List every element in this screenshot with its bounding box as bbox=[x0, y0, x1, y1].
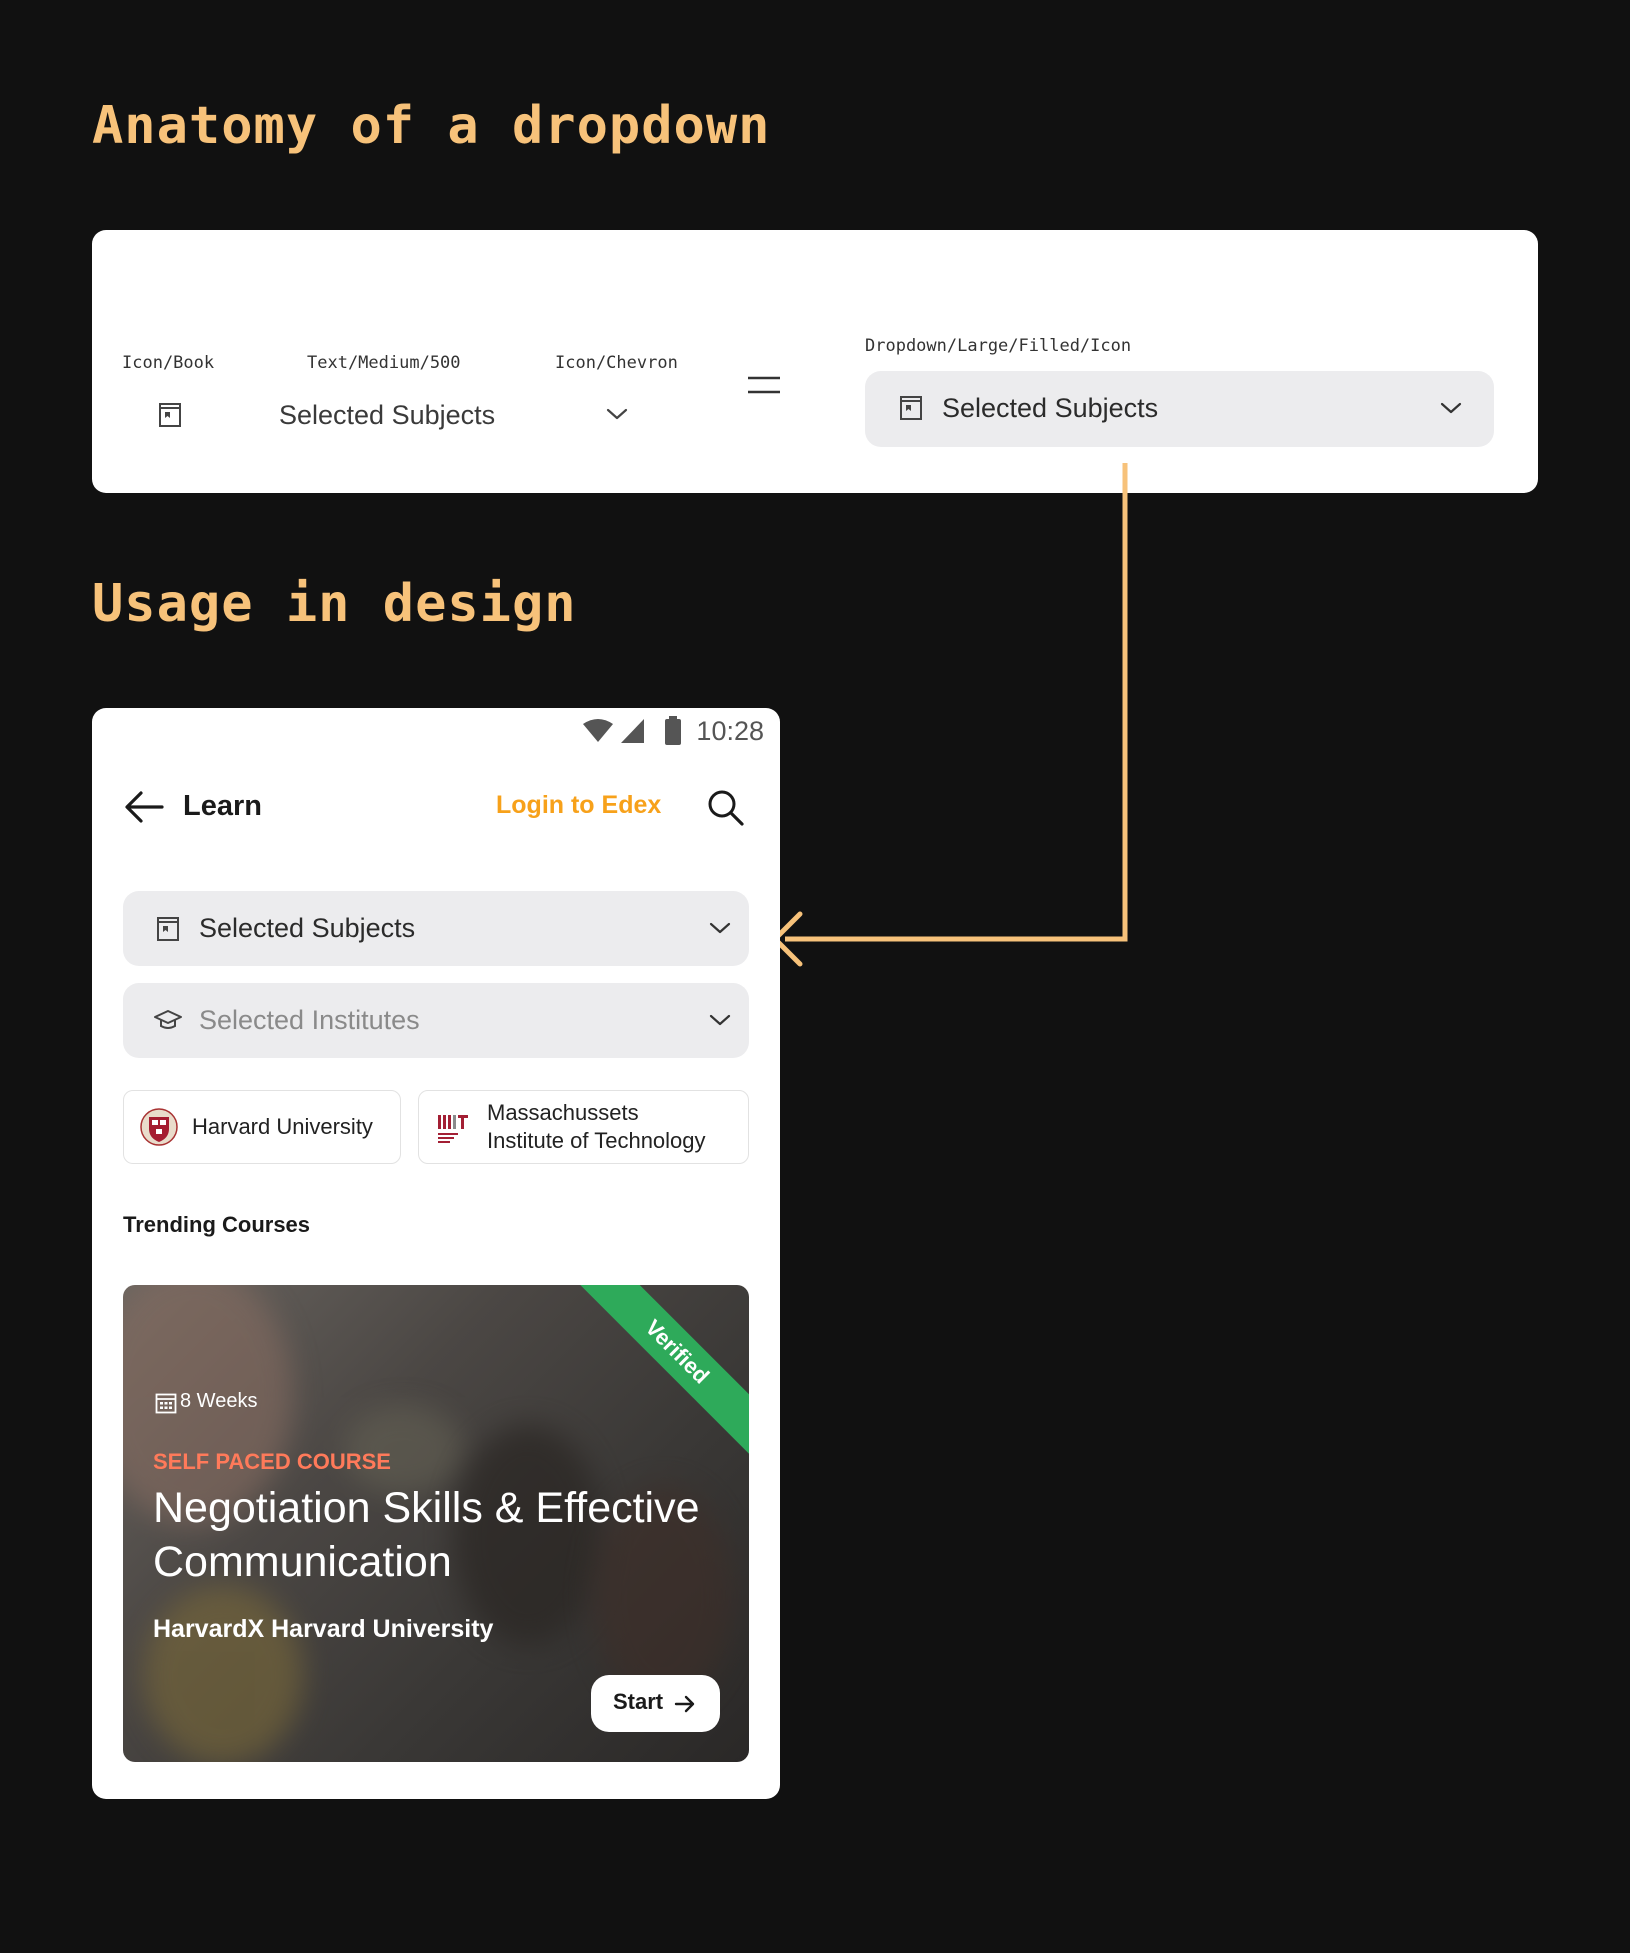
course-provider: HarvardX Harvard University bbox=[153, 1615, 494, 1643]
chevron-down-icon bbox=[709, 922, 731, 934]
institute-chip-mit[interactable]: Massachussets Institute of Technology bbox=[418, 1090, 749, 1164]
page-title: Learn bbox=[183, 790, 262, 822]
course-type: SELF PACED COURSE bbox=[153, 1449, 391, 1474]
start-button[interactable]: Start bbox=[591, 1675, 720, 1732]
institute-name-mit-line2: Institute of Technology bbox=[487, 1128, 706, 1153]
login-link[interactable]: Login to Edex bbox=[496, 791, 661, 820]
institute-name-harvard: Harvard University bbox=[192, 1114, 373, 1139]
institutes-dropdown-label: Selected Institutes bbox=[199, 1005, 420, 1035]
harvard-crest-icon bbox=[140, 1108, 178, 1146]
course-duration: 8 Weeks bbox=[180, 1390, 258, 1412]
verified-badge: Verified bbox=[570, 1285, 749, 1459]
subjects-dropdown-label: Selected Subjects bbox=[199, 913, 416, 943]
institute-chip-harvard[interactable]: Harvard University bbox=[123, 1090, 401, 1164]
section-title: Trending Courses bbox=[123, 1212, 311, 1237]
subjects-dropdown[interactable]: Selected Subjects bbox=[123, 891, 749, 966]
phone-screen: 10:28 Learn Login to Edex Selected Subje… bbox=[92, 708, 780, 1799]
search-icon[interactable] bbox=[706, 788, 746, 828]
chevron-down-icon bbox=[709, 1014, 731, 1026]
book-icon bbox=[157, 917, 179, 941]
graduation-cap-icon bbox=[154, 1010, 182, 1029]
start-button-label: Start bbox=[613, 1689, 664, 1714]
battery-icon bbox=[665, 716, 681, 745]
institute-name-mit-line1: Massachussets bbox=[487, 1100, 639, 1125]
course-title: Negotiation Skills & Effective Communica… bbox=[153, 1484, 700, 1586]
institutes-dropdown[interactable]: Selected Institutes bbox=[123, 983, 749, 1058]
background-blur bbox=[143, 1585, 303, 1762]
status-time: 10:28 bbox=[696, 716, 764, 746]
wifi-icon bbox=[583, 719, 613, 742]
calendar-icon bbox=[155, 1393, 177, 1414]
arrow-right-icon bbox=[674, 1695, 695, 1713]
back-arrow-icon[interactable] bbox=[124, 790, 164, 824]
course-card[interactable]: Verified 8 Weeks SELF PACED COURSE Negot… bbox=[123, 1285, 749, 1762]
mit-logo-icon bbox=[438, 1115, 468, 1143]
signal-icon bbox=[621, 719, 644, 743]
